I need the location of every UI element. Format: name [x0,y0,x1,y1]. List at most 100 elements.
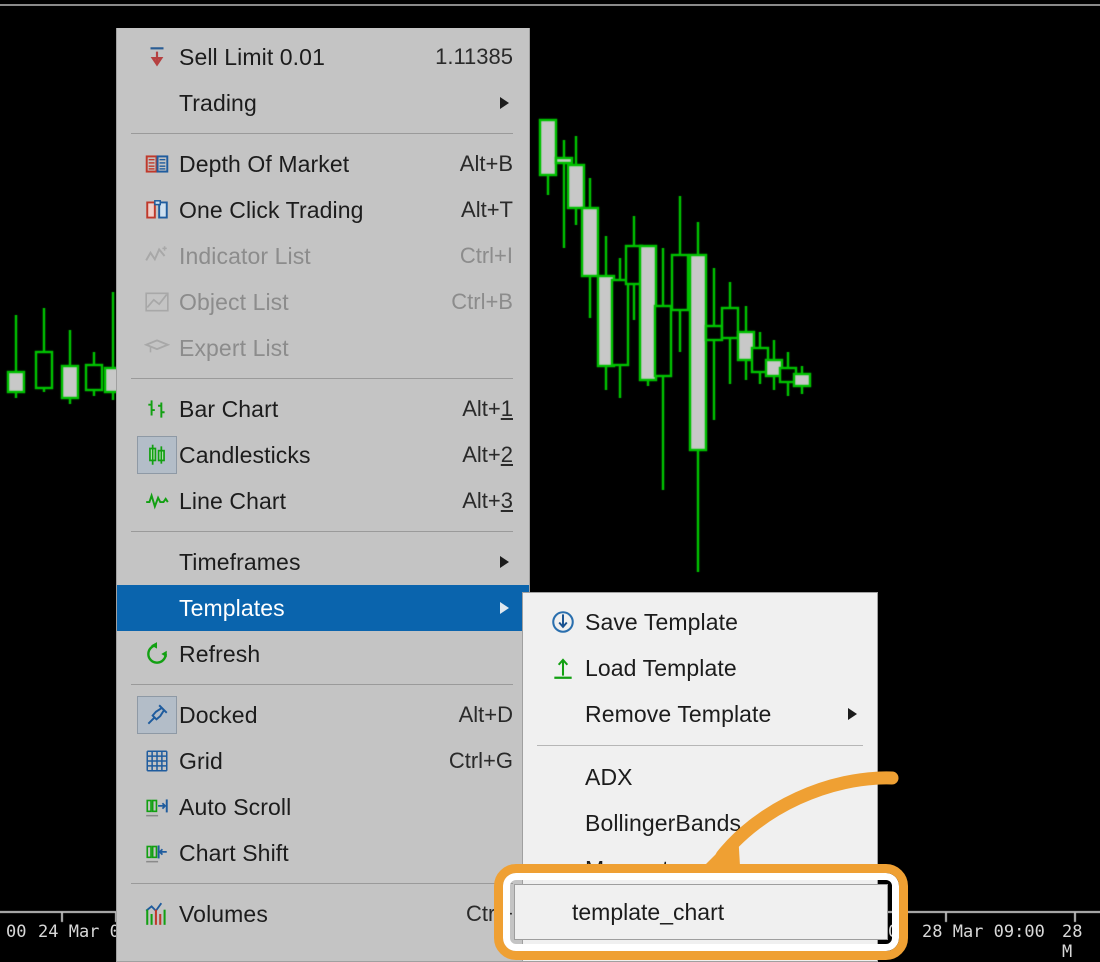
load-template-icon [541,651,585,685]
menu-item-refresh[interactable]: Refresh [117,631,529,677]
depth-of-market-icon [135,147,179,181]
menu-item-expert-list: Expert List [117,325,529,371]
pin-icon [135,696,179,734]
indicator-list-icon [135,239,179,273]
menu-item-label: Candlesticks [179,441,311,468]
grid-icon [146,750,168,772]
menu-item-timeframes[interactable]: Timeframes [117,539,529,585]
sell-limit-arrow-icon [150,47,164,67]
menu-item-sell-limit-0-01[interactable]: Sell Limit 0.01 1.11385 [117,34,529,80]
template-chart-label: template_chart [572,899,725,925]
candlesticks-icon [149,444,165,465]
window-top-border [0,4,1100,6]
pin-icon [147,704,168,725]
menu-item-one-click-trading[interactable]: One Click Trading Alt+T [117,187,529,233]
menu-item-chart-shift[interactable]: Chart Shift [117,830,529,876]
save-template-icon [541,605,585,639]
menu-item-label: Auto Scroll [179,793,292,820]
menu-item-label: Templates [179,594,285,621]
menu-item-shortcut: Alt+D [458,702,513,727]
menu-item-depth-of-market[interactable]: Depth Of Market Alt+B [117,141,529,187]
one-click-trading-icon [146,200,168,219]
menu-separator [131,531,513,532]
template-item-save-template[interactable]: Save Template [523,599,877,645]
volumes-icon [135,897,179,931]
submenu-arrow-icon [848,708,857,720]
menu-item-shortcut: Alt+2 [462,442,513,467]
menu-item-label: Grid [179,747,223,774]
bar-chart-icon [148,400,165,418]
menu-item-grid[interactable]: Grid Ctrl+G [117,738,529,784]
menu-item-bar-chart[interactable]: Bar Chart Alt+1 [117,386,529,432]
volumes-icon [145,902,166,925]
menu-item-shortcut: Alt+1 [462,396,513,421]
submenu-arrow-icon [500,97,509,109]
no-icon [135,86,179,120]
menu-item-volumes[interactable]: Volumes Ctrl+ [117,891,529,937]
refresh-icon [147,642,167,664]
menu-item-label: Object List [179,288,289,315]
chart-shift-icon [135,836,179,870]
menu-item-label: Trading [179,89,257,116]
object-list-icon [135,285,179,319]
load-template-icon [554,658,572,679]
menu-separator [537,745,863,746]
no-icon [541,760,585,794]
no-icon [541,697,585,731]
menu-separator [131,684,513,685]
line-chart-icon [146,492,169,510]
save-template-icon [552,611,574,633]
menu-separator [131,378,513,379]
no-icon [135,545,179,579]
axis-tick-label: 00 [6,922,27,942]
menu-item-indicator-list: Indicator List Ctrl+I [117,233,529,279]
auto-scroll-icon [146,799,168,817]
menu-item-label: Sell Limit 0.01 [179,43,325,70]
menu-item-label: Docked [179,701,258,728]
menu-item-label: Remove Template [585,700,772,727]
sell-limit-arrow-icon [135,40,179,74]
menu-item-shortcut: Ctrl+B [451,289,513,314]
menu-item-label: One Click Trading [179,196,364,223]
template-item-remove-template[interactable]: Remove Template [523,691,877,737]
menu-separator [131,133,513,134]
submenu-arrow-icon [500,602,509,614]
chart-shift-icon [146,845,167,863]
menu-item-label: Line Chart [179,487,287,514]
template-item-load-template[interactable]: Load Template [523,645,877,691]
menu-item-label: Expert List [179,334,289,361]
menu-item-shortcut: Alt+3 [462,488,513,513]
menu-item-label: Load Template [585,654,737,681]
grid-icon [135,744,179,778]
submenu-arrow-icon [500,556,509,568]
chart-context-menu[interactable]: Sell Limit 0.01 1.11385 Trading Depth Of Ma… [116,28,530,962]
no-icon [135,591,179,625]
menu-item-label: Save Template [585,608,739,635]
menu-item-object-list: Object List Ctrl+B [117,279,529,325]
menu-item-auto-scroll[interactable]: Auto Scroll [117,784,529,830]
no-icon [541,806,585,840]
menu-item-shortcut: 1.11385 [435,44,513,69]
depth-of-market-icon [145,155,169,173]
menu-item-templates[interactable]: Templates [117,585,529,631]
menu-item-label: Bar Chart [179,395,279,422]
menu-item-candlesticks[interactable]: Candlesticks Alt+2 [117,432,529,478]
object-list-icon [145,292,169,312]
menu-item-shortcut: Ctrl+I [459,243,513,268]
menu-item-shortcut: Ctrl+G [448,748,513,773]
menu-item-shortcut: Alt+T [461,197,513,222]
menu-item-label: Chart Shift [179,839,289,866]
axis-tick-label: 28 M [1062,922,1083,962]
checked-icon-frame [137,436,177,474]
expert-list-icon [144,339,170,353]
menu-item-shortcut: Alt+B [459,151,513,176]
menu-item-docked[interactable]: Docked Alt+D [117,692,529,738]
menu-item-label: ADX [585,763,633,790]
auto-scroll-icon [135,790,179,824]
axis-tick-label: 28 Mar 09:00 [922,922,1045,942]
menu-item-trading[interactable]: Trading [117,80,529,126]
menu-item-label: Volumes [179,900,268,927]
line-chart-icon [135,484,179,518]
menu-item-label: Refresh [179,640,261,667]
menu-item-line-chart[interactable]: Line Chart Alt+3 [117,478,529,524]
